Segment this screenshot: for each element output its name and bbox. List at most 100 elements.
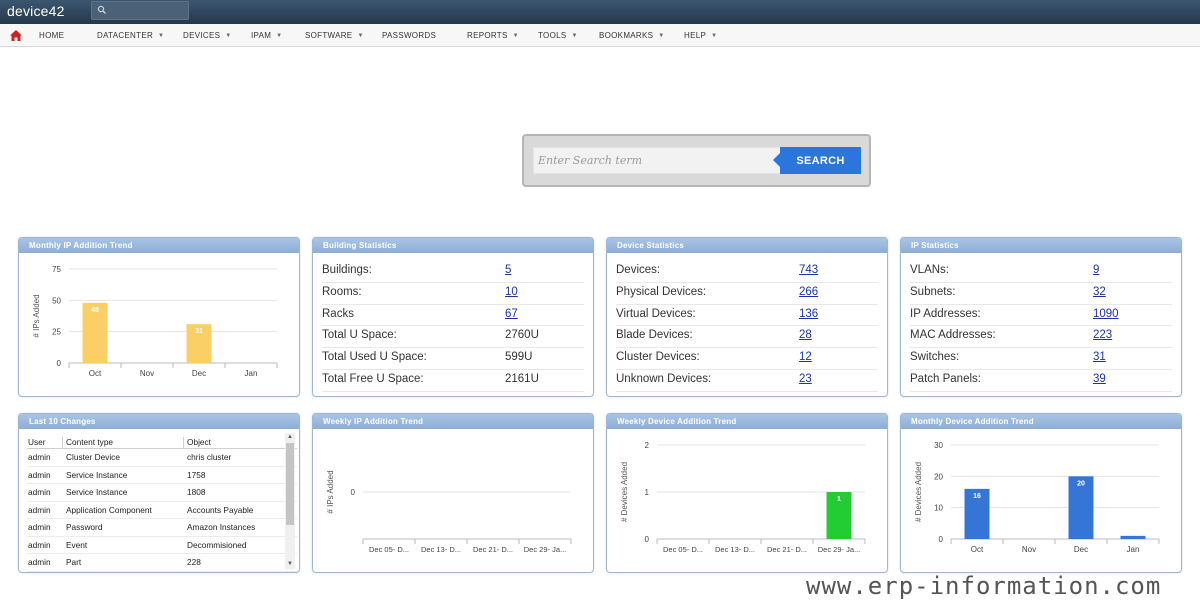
column-header[interactable]: Content type (66, 437, 113, 447)
stat-value-link[interactable]: 39 (1093, 373, 1106, 385)
table-cell: Application Component (66, 504, 152, 515)
search-input[interactable] (533, 147, 781, 174)
bar-value-label: 48 (91, 307, 99, 314)
nav-item-tools[interactable]: TOOLS ▼ (538, 31, 578, 40)
nav-item-bookmarks[interactable]: BOOKMARKS ▼ (599, 31, 665, 40)
table-cell: Amazon Instances (187, 522, 256, 532)
widget-title: Weekly Device Addition Trend (607, 414, 887, 429)
search-button[interactable]: SEARCH (773, 147, 861, 174)
stat-value-link[interactable]: 1090 (1093, 308, 1119, 320)
nav-item-software[interactable]: SOFTWARE ▼ (305, 31, 364, 40)
stat-value-link[interactable]: 266 (799, 286, 818, 298)
table-cell: admin (28, 557, 51, 567)
column-header[interactable]: User (28, 437, 46, 447)
nav-item-datacenter[interactable]: DATACENTER ▼ (97, 31, 164, 40)
stat-value-link[interactable]: 31 (1093, 351, 1106, 363)
stat-label: Patch Panels: (910, 372, 981, 385)
weekly-device-trend-widget: Weekly Device Addition Trend # Devices A… (606, 413, 888, 573)
widget-title: Weekly IP Addition Trend (313, 414, 593, 429)
scroll-down-icon[interactable]: ▼ (287, 561, 293, 567)
stat-label: Total Free U Space: (322, 372, 424, 385)
stat-value-link[interactable]: 136 (799, 308, 818, 320)
search-icon (97, 5, 106, 14)
table-row[interactable]: admin Cluster Device chris cluster (27, 449, 297, 467)
bar-value-label: 16 (973, 493, 981, 500)
stat-row: Racks 67 (322, 305, 584, 327)
nav-item-help[interactable]: HELP ▼ (684, 31, 717, 40)
caret-down-icon: ▼ (571, 33, 578, 39)
stat-value-link[interactable]: 32 (1093, 286, 1106, 298)
changes-scrollbar[interactable]: ▲ ▼ (285, 433, 295, 569)
stat-value-link[interactable]: 9 (1093, 264, 1099, 276)
changes-table: User Content type Object admin Cluster Devic… (27, 436, 297, 572)
column-divider (183, 437, 184, 448)
stat-value-link[interactable]: 5 (505, 264, 511, 276)
app-logo[interactable]: device42 (7, 3, 65, 19)
table-cell: admin (28, 504, 51, 515)
stat-row: Devices: 743 (616, 261, 878, 283)
scroll-up-icon[interactable]: ▲ (287, 434, 293, 440)
table-row[interactable]: admin Event Decommisioned (27, 537, 297, 554)
y-tick-label: 2 (645, 441, 650, 450)
y-tick-label: 30 (934, 441, 943, 450)
y-tick-label: 25 (52, 328, 61, 337)
stat-label: Virtual Devices: (616, 307, 696, 320)
stat-label: MAC Addresses: (910, 329, 996, 342)
y-tick-label: 0 (57, 359, 62, 368)
x-tick-label: Dec 29- Ja... (818, 545, 861, 554)
x-tick-label: Dec 05- D... (369, 545, 409, 554)
table-cell: 1758 (187, 469, 206, 480)
caret-down-icon: ▼ (158, 33, 165, 39)
table-cell: 1808 (187, 487, 206, 497)
x-tick-label: Dec 05- D... (663, 545, 703, 554)
global-search-input[interactable] (91, 1, 189, 20)
table-row[interactable]: admin Service Instance 1758 (27, 467, 297, 484)
caret-down-icon: ▼ (276, 33, 283, 39)
stat-row: Total U Space: 2760U (322, 326, 584, 349)
nav-item-ipam[interactable]: IPAM ▼ (251, 31, 282, 40)
x-tick-label: Jan (245, 369, 258, 378)
stat-row: Unknown Devices: 23 (616, 370, 878, 392)
y-tick-label: 10 (934, 504, 943, 513)
stat-value-link[interactable]: 223 (1093, 329, 1112, 341)
stat-value-link[interactable]: 23 (799, 373, 812, 385)
monthly-device-chart: # Devices Added 0 10 20 30 16 Oct Nov 20 Dec Jan (914, 441, 1160, 554)
stat-value: 2760U (505, 329, 539, 342)
stat-row: MAC Addresses: 223 (910, 326, 1172, 349)
stat-label: Blade Devices: (616, 329, 693, 342)
watermark: www.erp-information.com (806, 572, 1162, 600)
top-bar: device42 (0, 0, 1200, 24)
nav-label: TOOLS (538, 31, 567, 40)
stat-row: Virtual Devices: 136 (616, 305, 878, 327)
weekly-ip-chart: # IPs Added 0 Dec 05- D... Dec 13- D... Dec … (326, 470, 572, 554)
nav-item-home[interactable]: HOME (39, 31, 64, 40)
stat-value-link[interactable]: 67 (505, 308, 518, 320)
column-header[interactable]: Object (187, 437, 211, 447)
nav-item-passwords[interactable]: PASSWORDS (382, 31, 436, 40)
stat-value-link[interactable]: 743 (799, 264, 818, 276)
scrollbar-thumb[interactable] (286, 443, 294, 525)
bar-value-label: 1 (837, 496, 841, 503)
table-row[interactable]: admin Password Amazon Instances (27, 519, 297, 537)
table-cell: admin (28, 469, 51, 480)
stat-row: Total Free U Space: 2161U (322, 370, 584, 392)
nav-item-devices[interactable]: DEVICES ▼ (183, 31, 231, 40)
stat-label: Rooms: (322, 285, 362, 298)
stat-row: Physical Devices: 266 (616, 283, 878, 305)
stat-row: Cluster Devices: 12 (616, 348, 878, 370)
x-tick-label: Oct (89, 369, 102, 378)
stat-value-link[interactable]: 12 (799, 351, 812, 363)
table-row[interactable]: admin Application Component Accounts Payab… (27, 502, 297, 519)
table-cell: admin (28, 487, 51, 497)
stat-value-link[interactable]: 10 (505, 286, 518, 298)
device-stats-table: Devices: 743 Physical Devices: 266 Virtual D… (616, 261, 878, 392)
stat-value-link[interactable]: 28 (799, 329, 812, 341)
nav-item-reports[interactable]: REPORTS ▼ (467, 31, 519, 40)
table-row[interactable]: admin Service Instance 1808 (27, 484, 297, 502)
table-cell: Service Instance (66, 469, 128, 480)
y-tick-label: 1 (645, 488, 650, 497)
caret-down-icon: ▼ (225, 33, 232, 39)
table-row[interactable]: admin Part 228 (27, 554, 297, 572)
home-icon[interactable] (9, 29, 23, 42)
bar-value-label: 31 (195, 328, 203, 335)
